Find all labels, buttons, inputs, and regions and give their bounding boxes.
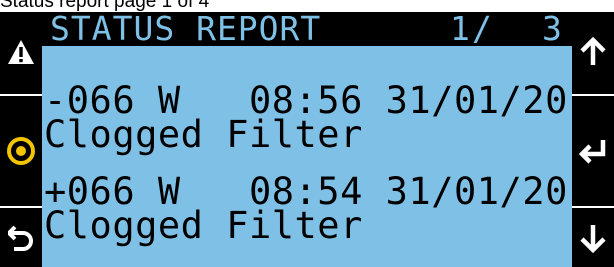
up-arrow-icon (580, 37, 606, 65)
entry-1-message: Clogged Filter (44, 113, 363, 156)
enter-button[interactable] (572, 96, 614, 206)
up-button[interactable] (572, 12, 614, 92)
page-current: 1 (450, 12, 470, 48)
screenshot-caption: Status report page 1 of 4 (0, 0, 210, 12)
entry-2-message: Clogged Filter (44, 204, 363, 247)
page-total: 3 (542, 12, 562, 48)
target-button[interactable] (0, 96, 42, 206)
page-separator: / (472, 12, 492, 48)
screen-title: STATUS REPORT (50, 12, 322, 48)
down-button[interactable] (572, 208, 614, 267)
alarm-icon (8, 40, 34, 64)
lcd-screen: STATUS REPORT 1 / 3 -066 W 08:56 31/01/2… (42, 12, 572, 267)
right-button-column (572, 12, 614, 267)
enter-icon (579, 140, 606, 164)
title-bar: STATUS REPORT 1 / 3 (42, 12, 572, 46)
alarm-button[interactable] (0, 12, 42, 92)
down-arrow-icon (580, 224, 606, 253)
left-button-column (0, 12, 42, 267)
target-icon (7, 137, 35, 165)
back-button[interactable] (0, 208, 42, 267)
back-icon (8, 225, 33, 251)
